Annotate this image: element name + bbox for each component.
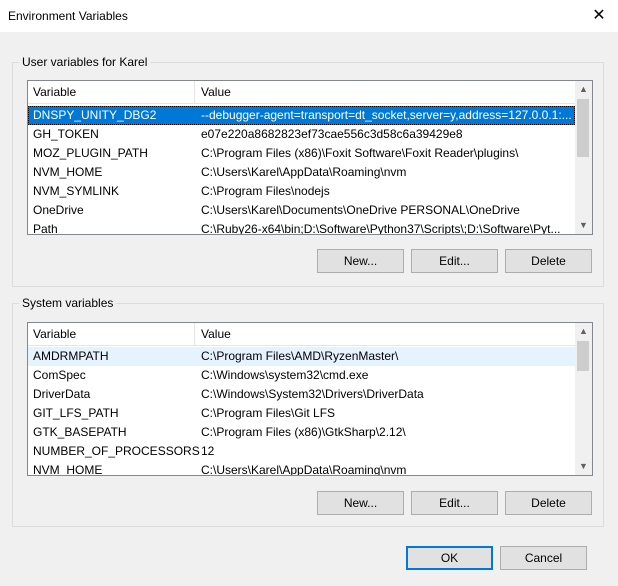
variable-value: C:\Users\Karel\AppData\Roaming\nvm [201, 463, 407, 476]
scroll-thumb[interactable] [577, 99, 589, 157]
chevron-down-icon[interactable]: ▼ [575, 458, 592, 475]
window-title: Environment Variables [8, 9, 128, 23]
column-divider[interactable] [194, 81, 195, 103]
user-edit-button[interactable]: Edit... [411, 249, 498, 273]
table-row[interactable]: DriverData C:\Windows\System32\Drivers\D… [28, 385, 575, 404]
variable-value: C:\Windows\System32\Drivers\DriverData [201, 387, 424, 401]
variable-name: ComSpec [33, 368, 86, 382]
variable-value: C:\Program Files\nodejs [201, 184, 330, 198]
user-delete-button[interactable]: Delete [505, 249, 592, 273]
vertical-scrollbar[interactable]: ▲ ▼ [575, 323, 592, 475]
vertical-scrollbar[interactable]: ▲ ▼ [575, 81, 592, 234]
column-header-value[interactable]: Value [201, 85, 231, 99]
list-header: Variable Value [28, 323, 575, 346]
column-header-variable[interactable]: Variable [33, 85, 76, 99]
variable-value: C:\Windows\system32\cmd.exe [201, 368, 369, 382]
variable-value: --debugger-agent=transport=dt_socket,ser… [201, 108, 572, 122]
user-variables-label: User variables for Karel [19, 55, 151, 69]
ok-button[interactable]: OK [406, 546, 493, 570]
variable-name: GH_TOKEN [33, 127, 99, 141]
variable-name: MOZ_PLUGIN_PATH [33, 146, 148, 160]
chevron-up-icon[interactable]: ▲ [575, 81, 592, 98]
table-row[interactable]: DNSPY_UNITY_DBG2 --debugger-agent=transp… [28, 106, 575, 125]
system-new-button[interactable]: New... [317, 491, 404, 515]
table-row[interactable]: OneDrive C:\Users\Karel\Documents\OneDri… [28, 201, 575, 220]
variable-name: GTK_BASEPATH [33, 425, 127, 439]
variable-name: NUMBER_OF_PROCESSORS [33, 444, 200, 458]
variable-name: DriverData [33, 387, 91, 401]
variable-name: NVM_HOME [33, 165, 103, 179]
table-row[interactable]: NVM_SYMLINK C:\Program Files\nodejs [28, 182, 575, 201]
table-row[interactable]: GTK_BASEPATH C:\Program Files (x86)\GtkS… [28, 423, 575, 442]
variable-name: OneDrive [33, 203, 84, 217]
user-variables-list[interactable]: Variable Value DNSPY_UNITY_DBG2 --debugg… [27, 80, 593, 235]
variable-name: GIT_LFS_PATH [33, 406, 119, 420]
scroll-thumb[interactable] [577, 341, 589, 371]
table-row[interactable]: NUMBER_OF_PROCESSORS 12 [28, 442, 575, 461]
variable-name: DNSPY_UNITY_DBG2 [33, 108, 157, 122]
user-new-button[interactable]: New... [317, 249, 404, 273]
variable-value: C:\Program Files\AMD\RyzenMaster\ [201, 349, 399, 363]
table-row[interactable]: NVM_HOME C:\Users\Karel\AppData\Roaming\… [28, 163, 575, 182]
chevron-down-icon[interactable]: ▼ [575, 217, 592, 234]
variable-name: NVM_SYMLINK [33, 184, 120, 198]
table-row[interactable]: ComSpec C:\Windows\system32\cmd.exe [28, 366, 575, 385]
variable-value: C:\Ruby26-x64\bin;D:\Software\Python37\S… [201, 222, 561, 235]
variable-value: 12 [201, 444, 215, 458]
variable-name: NVM_HOME [33, 463, 103, 476]
close-icon[interactable]: ✕ [586, 4, 612, 28]
cancel-button[interactable]: Cancel [500, 546, 587, 570]
system-edit-button[interactable]: Edit... [411, 491, 498, 515]
variable-name: AMDRMPATH [33, 349, 109, 363]
table-row[interactable]: AMDRMPATH C:\Program Files\AMD\RyzenMast… [28, 347, 575, 366]
list-header: Variable Value [28, 81, 575, 104]
chevron-up-icon[interactable]: ▲ [575, 323, 592, 340]
variable-name: Path [33, 222, 58, 235]
variable-value: C:\Program Files\Git LFS [201, 406, 336, 420]
column-header-variable[interactable]: Variable [33, 327, 76, 341]
variable-value: C:\Users\Karel\Documents\OneDrive PERSON… [201, 203, 520, 217]
table-row[interactable]: Path C:\Ruby26-x64\bin;D:\Software\Pytho… [28, 220, 575, 235]
variable-value: C:\Program Files (x86)\Foxit Software\Fo… [201, 146, 519, 160]
table-row[interactable]: MOZ_PLUGIN_PATH C:\Program Files (x86)\F… [28, 144, 575, 163]
table-row[interactable]: NVM_HOME C:\Users\Karel\AppData\Roaming\… [28, 461, 575, 476]
variable-value: C:\Program Files (x86)\GtkSharp\2.12\ [201, 425, 406, 439]
table-row[interactable]: GH_TOKEN e07e220a8682823ef73cae556c3d58c… [28, 125, 575, 144]
table-row[interactable]: GIT_LFS_PATH C:\Program Files\Git LFS [28, 404, 575, 423]
system-delete-button[interactable]: Delete [505, 491, 592, 515]
column-divider[interactable] [194, 323, 195, 345]
variable-value: e07e220a8682823ef73cae556c3d58c6a39429e8 [201, 127, 463, 141]
system-variables-list[interactable]: Variable Value AMDRMPATH C:\Program File… [27, 322, 593, 476]
variable-value: C:\Users\Karel\AppData\Roaming\nvm [201, 165, 407, 179]
column-header-value[interactable]: Value [201, 327, 231, 341]
system-variables-label: System variables [19, 296, 117, 310]
